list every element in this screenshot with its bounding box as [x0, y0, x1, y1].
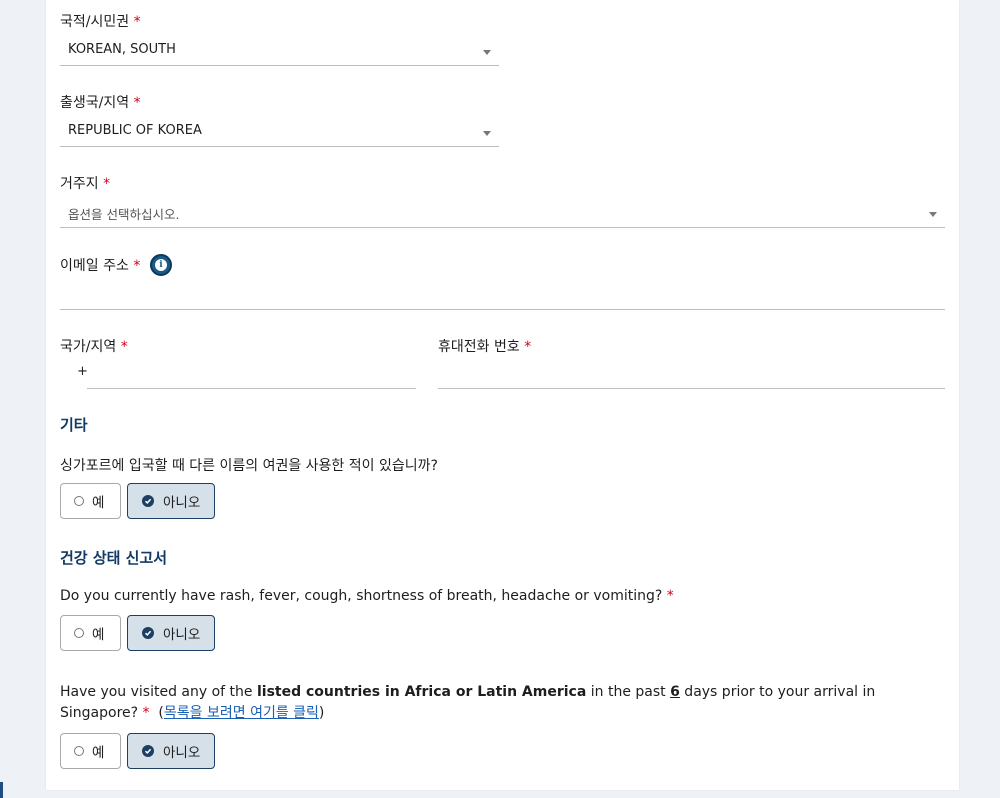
chevron-down-icon — [929, 212, 937, 217]
email-field[interactable] — [60, 280, 945, 310]
country-code-field[interactable] — [87, 360, 416, 389]
other-yes-label: 예 — [92, 495, 105, 511]
other-question: 싱가포르에 입국할 때 다른 이름의 여권을 사용한 적이 있습니까? — [60, 458, 438, 474]
health-q2-text: Have you visited any of the listed count… — [60, 684, 876, 721]
health-q1-yes-label: 예 — [92, 627, 105, 643]
nationality-select[interactable]: KOREAN, SOUTH — [60, 36, 499, 66]
check-circle-icon — [142, 495, 154, 507]
other-yes-button[interactable]: 예 — [60, 483, 121, 519]
email-label: 이메일 주소 * — [60, 258, 141, 274]
health-q2-yes-button[interactable]: 예 — [60, 733, 121, 769]
radio-empty-icon — [74, 746, 84, 756]
chevron-down-icon — [483, 131, 491, 136]
birth-country-select[interactable]: REPUBLIC OF KOREA — [60, 117, 499, 147]
check-circle-icon — [142, 627, 154, 639]
nationality-label: 국적/시민권 * — [60, 14, 141, 30]
health-q1-no-label: 아니오 — [163, 627, 201, 643]
radio-empty-icon — [74, 628, 84, 638]
info-icon[interactable]: i — [150, 254, 172, 276]
residence-select[interactable]: 옵션을 선택하십시오. — [60, 198, 945, 228]
health-q1-yes-button[interactable]: 예 — [60, 615, 121, 651]
country-list-link[interactable]: 목록을 보려면 여기를 클릭 — [164, 705, 319, 721]
other-no-label: 아니오 — [163, 495, 201, 511]
residence-placeholder: 옵션을 선택하십시오. — [68, 207, 180, 222]
chevron-down-icon — [483, 50, 491, 55]
birth-country-value: REPUBLIC OF KOREA — [68, 123, 202, 138]
page-edge-marker — [0, 782, 3, 798]
health-q2-no-button[interactable]: 아니오 — [127, 733, 215, 769]
health-q1-no-button[interactable]: 아니오 — [127, 615, 215, 651]
mobile-label: 휴대전화 번호 * — [438, 339, 532, 355]
other-section-title: 기타 — [60, 416, 88, 434]
form-card: 국적/시민권 * KOREAN, SOUTH 출생국/지역 * REPUBLIC… — [46, 0, 959, 790]
health-q2-yes-label: 예 — [92, 745, 105, 761]
health-q2-no-label: 아니오 — [163, 745, 201, 761]
nationality-value: KOREAN, SOUTH — [68, 42, 176, 57]
other-no-button[interactable]: 아니오 — [127, 483, 215, 519]
residence-label: 거주지 * — [60, 176, 111, 192]
health-q1-text: Do you currently have rash, fever, cough… — [60, 588, 674, 604]
check-circle-icon — [142, 745, 154, 757]
country-code-label: 국가/지역 * — [60, 339, 128, 355]
health-section-title: 건강 상태 신고서 — [60, 549, 168, 567]
mobile-field[interactable] — [438, 360, 945, 389]
radio-empty-icon — [74, 496, 84, 506]
birth-country-label: 출생국/지역 * — [60, 95, 141, 111]
